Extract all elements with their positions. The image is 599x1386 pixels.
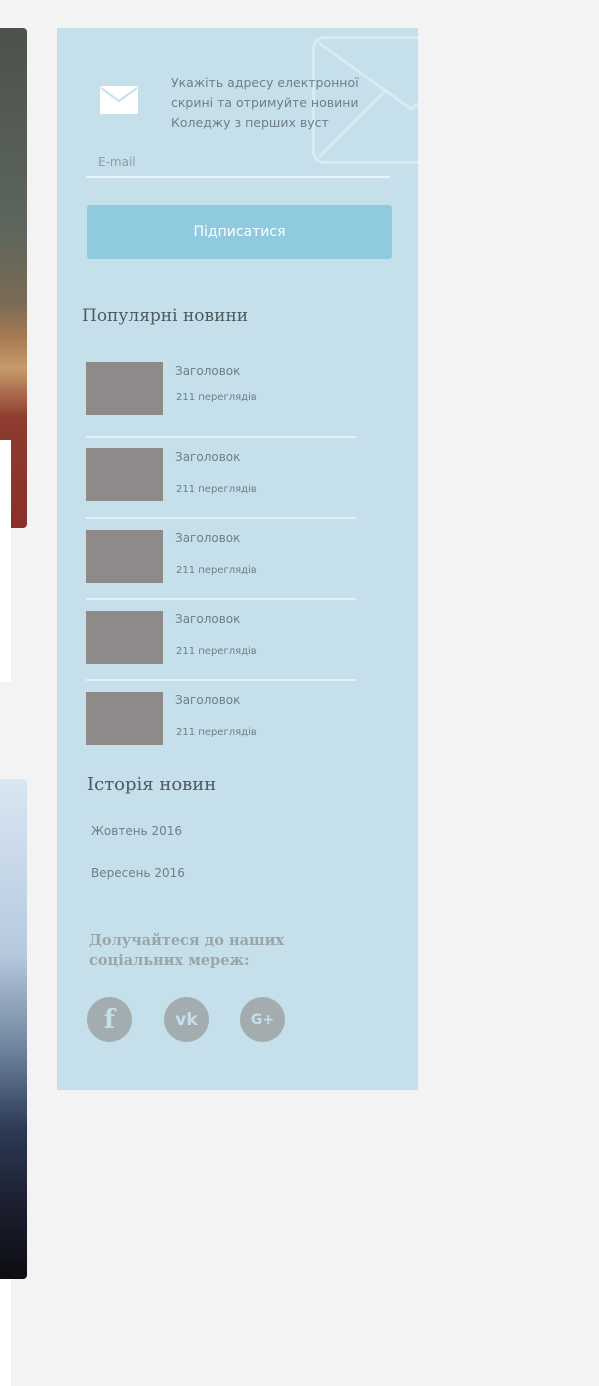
list-item[interactable]: Заголовок 211 переглядів bbox=[86, 600, 356, 681]
popular-news-title: Популярні новини bbox=[82, 306, 249, 326]
subscribe-description: Укажіть адресу електронної скрині та отр… bbox=[171, 75, 359, 130]
news-photo-bottom[interactable] bbox=[0, 779, 27, 1279]
news-thumbnail[interactable] bbox=[86, 448, 163, 501]
news-views: 211 переглядів bbox=[176, 565, 257, 576]
news-views: 211 переглядів bbox=[176, 392, 257, 403]
history-link-october-2016[interactable]: Жовтень 2016 bbox=[91, 824, 185, 866]
news-title[interactable]: Заголовок bbox=[175, 693, 240, 707]
news-thumbnail[interactable] bbox=[86, 362, 163, 415]
news-views: 211 переглядів bbox=[176, 727, 257, 738]
news-views: 211 переглядів bbox=[176, 646, 257, 657]
google-plus-icon[interactable]: G+ bbox=[240, 997, 285, 1042]
news-title[interactable]: Заголовок bbox=[175, 450, 240, 464]
news-history-list: Жовтень 2016 Вересень 2016 bbox=[91, 824, 185, 908]
facebook-icon[interactable]: f bbox=[87, 997, 132, 1042]
list-item[interactable]: Заголовок 211 переглядів bbox=[86, 519, 356, 600]
news-title[interactable]: Заголовок bbox=[175, 531, 240, 545]
vk-icon[interactable]: vk bbox=[164, 997, 209, 1042]
news-title[interactable]: Заголовок bbox=[175, 364, 240, 378]
vk-glyph: vk bbox=[175, 1009, 198, 1030]
sidebar: Укажіть адресу електронної скрині та отр… bbox=[57, 28, 418, 1090]
news-thumbnail[interactable] bbox=[86, 611, 163, 664]
email-field[interactable] bbox=[86, 148, 390, 178]
subscribe-button[interactable]: Підписатися bbox=[87, 205, 392, 259]
card-edge bbox=[0, 1279, 11, 1386]
news-title[interactable]: Заголовок bbox=[175, 612, 240, 626]
history-link-september-2016[interactable]: Вересень 2016 bbox=[91, 866, 185, 908]
news-thumbnail[interactable] bbox=[86, 692, 163, 745]
news-history-title: Історія новин bbox=[87, 774, 217, 795]
news-thumbnail[interactable] bbox=[86, 530, 163, 583]
list-item[interactable]: Заголовок 211 переглядів bbox=[86, 438, 356, 519]
popular-news-list: Заголовок 211 переглядів Заголовок 211 п… bbox=[86, 362, 356, 762]
mail-icon bbox=[100, 86, 138, 114]
facebook-glyph: f bbox=[103, 1004, 116, 1035]
list-item[interactable]: Заголовок 211 переглядів bbox=[86, 681, 356, 762]
card-edge bbox=[0, 528, 11, 682]
list-item[interactable]: Заголовок 211 переглядів bbox=[86, 362, 356, 438]
social-title: Долучайтеся до наших соціальних мереж: bbox=[89, 932, 285, 969]
google-plus-glyph: G+ bbox=[250, 1011, 275, 1028]
news-photo-top[interactable] bbox=[0, 28, 27, 528]
news-views: 211 переглядів bbox=[176, 484, 257, 495]
